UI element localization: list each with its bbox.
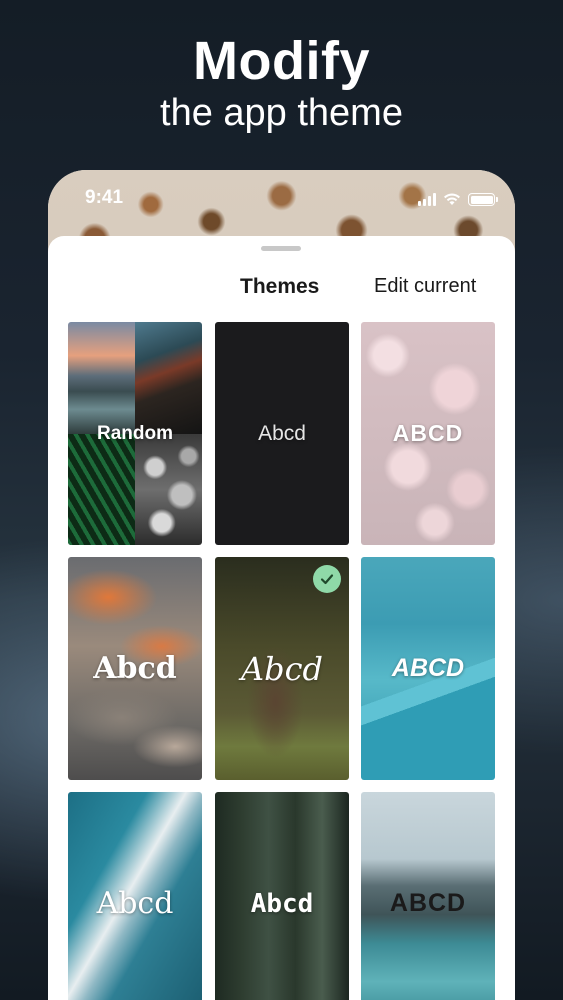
battery-icon bbox=[468, 193, 498, 206]
theme-tile-clouds[interactable]: Abcd bbox=[68, 557, 202, 780]
status-bar: 9:41 bbox=[48, 170, 515, 226]
theme-label: ABCD bbox=[389, 889, 467, 917]
theme-label: Random bbox=[97, 422, 173, 444]
theme-tile-dark[interactable]: Abcd bbox=[215, 322, 349, 545]
theme-tile-forest[interactable]: Abcd bbox=[215, 792, 349, 1000]
theme-tile-deer[interactable]: Abcd bbox=[215, 557, 349, 780]
theme-tile-random[interactable]: Random bbox=[68, 322, 202, 545]
theme-label: Abcd bbox=[241, 649, 323, 688]
theme-tile-pool[interactable]: ABCD bbox=[361, 557, 495, 780]
sheet-grabber[interactable] bbox=[261, 246, 301, 251]
tab-themes[interactable]: Themes bbox=[240, 275, 319, 299]
selected-check-icon bbox=[313, 565, 341, 593]
tab-edit-current[interactable]: Edit current bbox=[374, 275, 476, 298]
wifi-icon bbox=[444, 193, 460, 205]
theme-tile-lake[interactable]: ABCD bbox=[361, 792, 495, 1000]
theme-label: ABCD bbox=[392, 420, 464, 446]
themes-sheet: Themes Edit current Random Abcd ABCD Abc… bbox=[48, 236, 515, 1000]
theme-label: Abcd bbox=[250, 888, 314, 919]
theme-label: Abcd bbox=[96, 886, 174, 921]
theme-tile-ocean[interactable]: Abcd bbox=[68, 792, 202, 1000]
cellular-signal-icon bbox=[418, 193, 436, 206]
status-time: 9:41 bbox=[85, 187, 124, 208]
theme-label: Abcd bbox=[93, 651, 177, 686]
theme-label: ABCD bbox=[391, 654, 465, 682]
promo-subtitle: the app theme bbox=[160, 92, 403, 134]
phone-frame: 9:41 Themes Edit current Random Abcd ABC… bbox=[48, 170, 515, 1000]
status-icons bbox=[418, 190, 498, 206]
promo-title: Modify bbox=[193, 31, 370, 91]
theme-tile-blossom[interactable]: ABCD bbox=[361, 322, 495, 545]
theme-label: Abcd bbox=[258, 421, 306, 445]
